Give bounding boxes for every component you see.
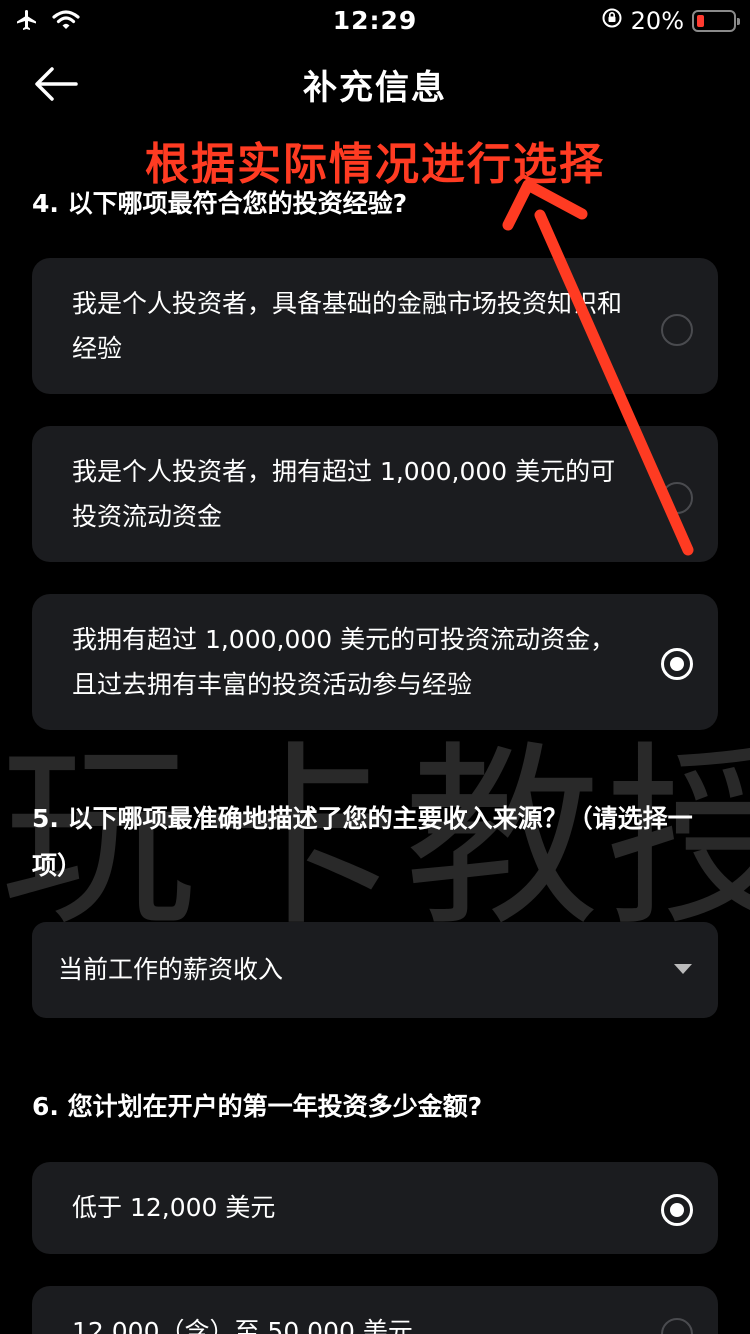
battery-percent: 20% <box>630 7 684 35</box>
question-6-title: 6. 您计划在开户的第一年投资多少金额? <box>32 1092 483 1121</box>
income-source-select[interactable]: 当前工作的薪资收入 <box>32 922 718 1018</box>
q6-option-1-radio[interactable] <box>661 1194 693 1226</box>
q6-option-2-label: 12,000（含）至 50,000 美元 <box>72 1317 413 1334</box>
dropdown-caret-icon <box>674 964 692 974</box>
q4-option-3-label: 我拥有超过 1,000,000 美元的可投资流动资金，且过去拥有丰富的投资活动参… <box>72 625 616 699</box>
q6-option-2[interactable]: 12,000（含）至 50,000 美元 <box>32 1286 718 1334</box>
battery-icon <box>692 10 740 32</box>
q4-option-1-radio[interactable] <box>661 314 693 346</box>
income-source-value: 当前工作的薪资收入 <box>58 955 284 984</box>
question-5-title: 5. 以下哪项最准确地描述了您的主要收入来源？（请选择一项） <box>32 804 693 880</box>
nav-bar: 补充信息 <box>0 50 750 120</box>
annotation-text: 根据实际情况进行选择 <box>145 139 605 190</box>
q4-option-1-label: 我是个人投资者，具备基础的金融市场投资知识和经验 <box>72 289 623 363</box>
q6-option-1-label: 低于 12,000 美元 <box>72 1193 276 1222</box>
q4-option-2-radio[interactable] <box>661 482 693 514</box>
q6-option-1[interactable]: 低于 12,000 美元 <box>32 1162 718 1254</box>
q4-option-2[interactable]: 我是个人投资者，拥有超过 1,000,000 美元的可投资流动资金 <box>32 426 718 562</box>
orientation-lock-icon <box>601 7 623 35</box>
page-title: 补充信息 <box>303 68 447 108</box>
status-bar: 12:29 20% <box>0 0 750 42</box>
battery-fill <box>697 15 704 27</box>
q4-option-2-label: 我是个人投资者，拥有超过 1,000,000 美元的可投资流动资金 <box>72 457 616 531</box>
q4-option-3[interactable]: 我拥有超过 1,000,000 美元的可投资流动资金，且过去拥有丰富的投资活动参… <box>32 594 718 730</box>
q4-option-1[interactable]: 我是个人投资者，具备基础的金融市场投资知识和经验 <box>32 258 718 394</box>
q4-option-3-radio[interactable] <box>661 648 693 680</box>
q6-option-2-radio[interactable] <box>661 1318 693 1334</box>
